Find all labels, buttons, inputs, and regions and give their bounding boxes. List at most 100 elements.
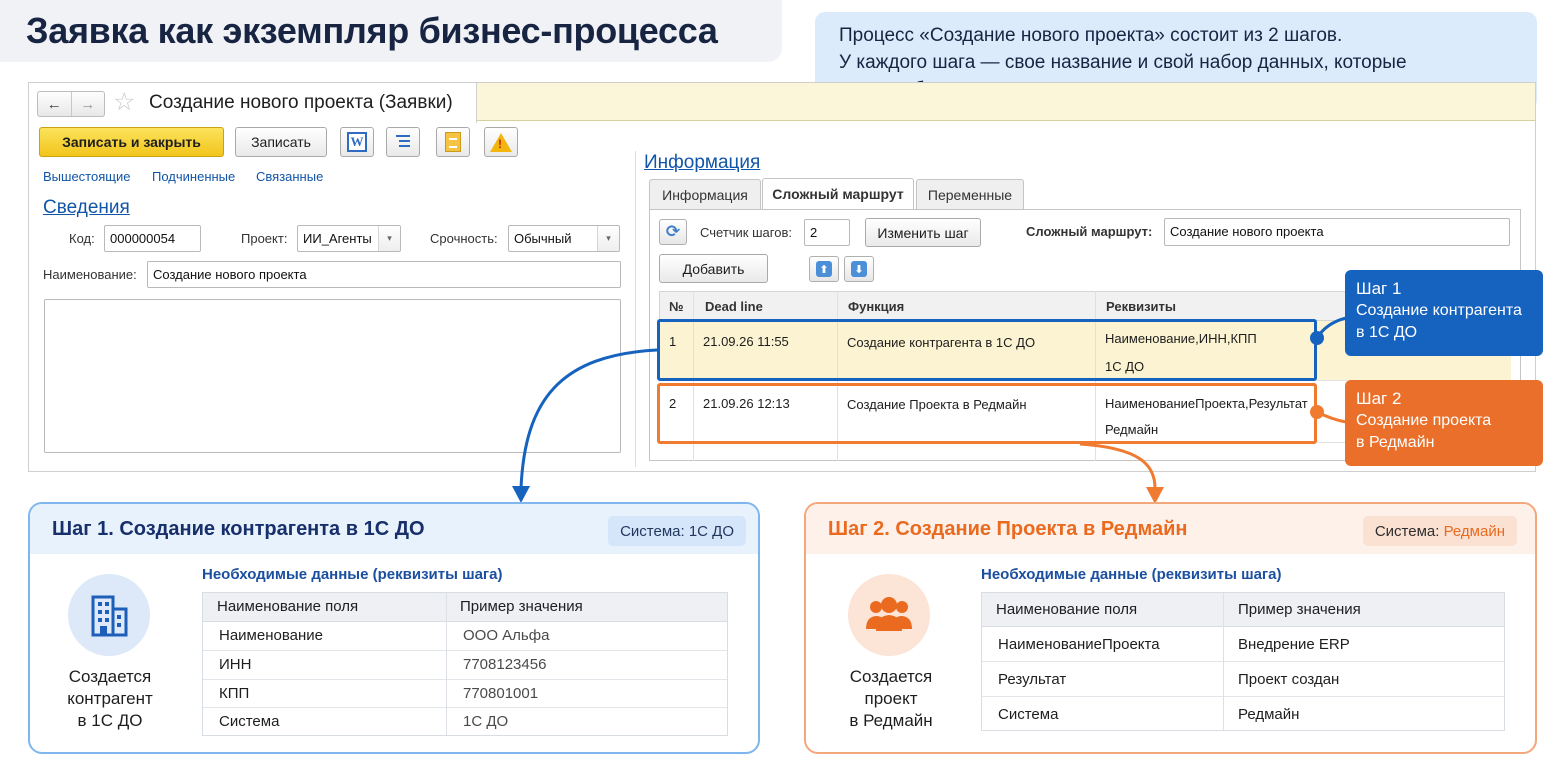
column-header[interactable]: Функция [848,299,904,314]
users-icon [848,574,930,656]
requisites-title: Необходимые данные (реквизиты шага) [202,566,503,583]
section-info-link[interactable]: Информация [644,152,760,174]
link-children[interactable]: Подчиненные [152,169,235,184]
hierarchy-icon [394,133,412,151]
system-value: Редмайн [1443,522,1505,540]
word-export-button[interactable]: W [340,127,374,157]
comment-textarea[interactable] [44,299,621,453]
column-divider [446,593,447,735]
arrow-down-icon: ⬇ [851,261,867,277]
report-button[interactable] [436,127,470,157]
dropdown-icon[interactable]: ▾ [378,226,400,251]
step2-highlight [657,383,1317,444]
forward-arrow-icon[interactable]: → [70,92,105,116]
tab-information[interactable]: Информация [649,179,761,209]
table-row: КПП 770801001 [203,680,727,708]
table-header: Наименование поля Пример значения [203,593,727,622]
refresh-icon[interactable]: ⟳ [659,219,687,245]
table-header: Наименование поля Пример значения [982,593,1504,627]
panel-divider [635,151,636,467]
step2-dot [1310,405,1324,419]
building-icon [68,574,150,656]
move-down-button[interactable]: ⬇ [844,256,874,282]
card-caption: Создается проект в Редмайн [849,667,933,730]
system-label: Система: [620,522,685,540]
save-button[interactable]: Записать [235,127,327,157]
column-header: Пример значения [1238,601,1361,618]
change-step-button[interactable]: Изменить шаг [865,218,981,247]
project-label: Проект: [241,231,288,246]
intro-line: Процесс «Создание нового проекта» состои… [839,25,1343,46]
callout-text: в Редмайн [1356,434,1435,451]
link-related[interactable]: Связанные [256,169,323,184]
column-header[interactable]: Реквизиты [1106,299,1176,314]
column-divider [1223,593,1224,730]
window-tab[interactable]: ← → ☆ Создание нового проекта (Заявки) [29,83,477,123]
callout-title: Шаг 2 [1356,389,1402,408]
window-title: Создание нового проекта (Заявки) [149,92,453,113]
dropdown-icon[interactable]: ▾ [597,226,619,251]
name-field[interactable]: Создание нового проекта [147,261,621,288]
arrow-up-icon: ⬆ [816,261,832,277]
move-up-button[interactable]: ⬆ [809,256,839,282]
step1-highlight [657,319,1317,381]
callout-text: Создание контрагента [1356,302,1522,319]
structure-button[interactable] [386,127,420,157]
step1-dot [1310,331,1324,345]
project-field[interactable]: ИИ_Агенты ▾ [297,225,401,252]
code-field[interactable]: 000000054 [104,225,201,252]
card-title: Шаг 2. Создание Проекта в Редмайн [828,518,1188,540]
callout-text: в 1С ДО [1356,324,1418,341]
link-parent[interactable]: Вышестоящие [43,169,130,184]
add-button[interactable]: Добавить [659,254,768,283]
table-row: Наименование ООО Альфа [203,622,727,651]
tab-complex-route[interactable]: Сложный маршрут [762,178,914,209]
requisites-table: Наименование поля Пример значения Наимен… [981,592,1505,731]
route-field[interactable]: Создание нового проекта [1164,218,1510,246]
code-label: Код: [69,231,95,246]
urgency-select[interactable]: Обычный ▾ [508,225,620,252]
column-header: Пример значения [460,598,583,615]
slide-title: Заявка как экземпляр бизнес-процесса [26,10,718,51]
column-header: Наименование поля [217,598,359,615]
table-row: НаименованиеПроекта Внедрение ERP [982,627,1504,662]
warning-icon: ! [490,132,512,152]
word-icon: W [347,132,367,152]
system-badge: Система: Редмайн [1362,516,1517,546]
favorite-star-icon[interactable]: ☆ [113,88,135,116]
project-value: ИИ_Агенты [303,231,372,246]
requisites-table: Наименование поля Пример значения Наимен… [202,592,728,736]
name-label: Наименование: [43,267,137,282]
section-details-link[interactable]: Сведения [43,197,130,219]
table-row: Система Редмайн [998,706,1300,723]
requisites-title: Необходимые данные (реквизиты шага) [981,566,1282,583]
step2-callout: Шаг 2 Создание проекта в Редмайн [1345,380,1543,466]
step1-card: Шаг 1. Создание контрагента в 1С ДО Сист… [28,502,760,754]
urgency-label: Срочность: [430,231,498,246]
table-row: ИНН 7708123456 [203,651,727,680]
back-arrow-icon[interactable]: ← [38,92,71,116]
system-value: 1С ДО [688,522,734,540]
step-counter-field[interactable]: 2 [804,219,850,246]
intro-line: У каждого шага — свое название и свой на… [839,52,1407,73]
table-row: Результат Проект создан [982,662,1504,697]
card-header: Шаг 1. Создание контрагента в 1С ДО Сист… [30,504,758,554]
card-caption: Создается контрагент в 1С ДО [67,667,153,730]
system-label: Система: [1374,522,1440,540]
tab-variables[interactable]: Переменные [916,179,1024,209]
callout-text: Создание проекта [1356,412,1492,429]
column-header[interactable]: № [669,299,684,314]
warning-button[interactable]: ! [484,127,518,157]
window-header-strip [477,83,1535,121]
column-header[interactable]: Dead line [705,299,763,314]
card-header: Шаг 2. Создание Проекта в Редмайн Систем… [806,504,1535,554]
step1-callout: Шаг 1 Создание контрагента в 1С ДО [1345,270,1543,356]
save-and-close-button[interactable]: Записать и закрыть [39,127,224,157]
callout-title: Шаг 1 [1356,279,1402,298]
step2-card: Шаг 2. Создание Проекта в Редмайн Систем… [804,502,1537,754]
document-icon [445,132,461,152]
card-title: Шаг 1. Создание контрагента в 1С ДО [52,518,425,540]
table-row: Система 1С ДО [219,713,509,730]
navigation-buttons: ← → [37,91,105,117]
urgency-value: Обычный [514,231,572,246]
